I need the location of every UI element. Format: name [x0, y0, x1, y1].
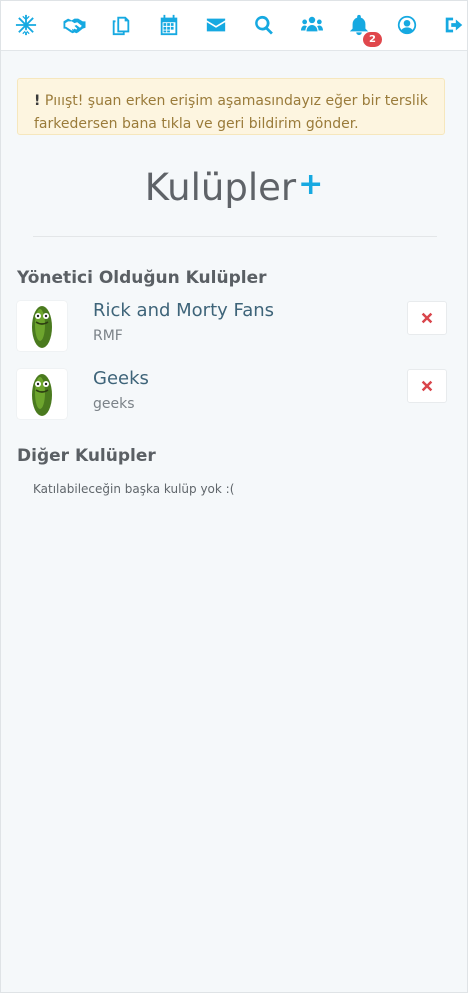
club-avatar[interactable]: [17, 301, 67, 351]
snowflake-icon[interactable]: [14, 13, 38, 37]
delete-club-button[interactable]: [407, 301, 447, 335]
notification-badge[interactable]: 2: [363, 32, 382, 47]
close-icon: [421, 312, 433, 324]
search-icon[interactable]: [252, 13, 276, 37]
calendar-icon[interactable]: [157, 13, 181, 37]
other-clubs-heading: Diğer Kulüpler: [17, 446, 156, 466]
title-divider: [33, 236, 437, 237]
sign-out-icon[interactable]: [442, 13, 466, 37]
early-access-alert[interactable]: ! Pııışt! şuan erken erişim aşamasındayı…: [17, 78, 445, 135]
close-icon: [421, 380, 433, 392]
pickle-rick-icon: [32, 306, 52, 348]
add-club-button[interactable]: +: [298, 167, 323, 202]
envelope-icon[interactable]: [204, 13, 228, 37]
club-avatar[interactable]: [17, 369, 67, 419]
club-name[interactable]: Rick and Morty Fans: [93, 300, 274, 321]
delete-club-button[interactable]: [407, 369, 447, 403]
club-card[interactable]: Rick and Morty Fans RMF: [17, 300, 447, 351]
club-short-name: RMF: [93, 328, 123, 344]
club-short-name: geeks: [93, 396, 135, 412]
club-card[interactable]: Geeks geeks: [17, 368, 447, 419]
top-navbar: 2: [1, 1, 467, 51]
alert-text[interactable]: Pııışt! şuan erken erişim aşamasındayız …: [34, 93, 428, 132]
empty-clubs-message: Katılabileceğin başka kulüp yok :(: [33, 482, 235, 496]
pickle-rick-icon: [32, 374, 52, 416]
user-circle-icon[interactable]: [395, 13, 419, 37]
page-title-text: Kulüpler: [144, 166, 297, 209]
alert-exclamation: !: [34, 93, 41, 109]
copy-icon[interactable]: [109, 13, 133, 37]
admin-clubs-heading: Yönetici Olduğun Kulüpler: [17, 268, 267, 288]
users-icon[interactable]: [299, 13, 325, 37]
page-title: Kulüpler+: [1, 166, 467, 209]
club-name[interactable]: Geeks: [93, 368, 149, 389]
handshake-icon[interactable]: [61, 13, 87, 37]
